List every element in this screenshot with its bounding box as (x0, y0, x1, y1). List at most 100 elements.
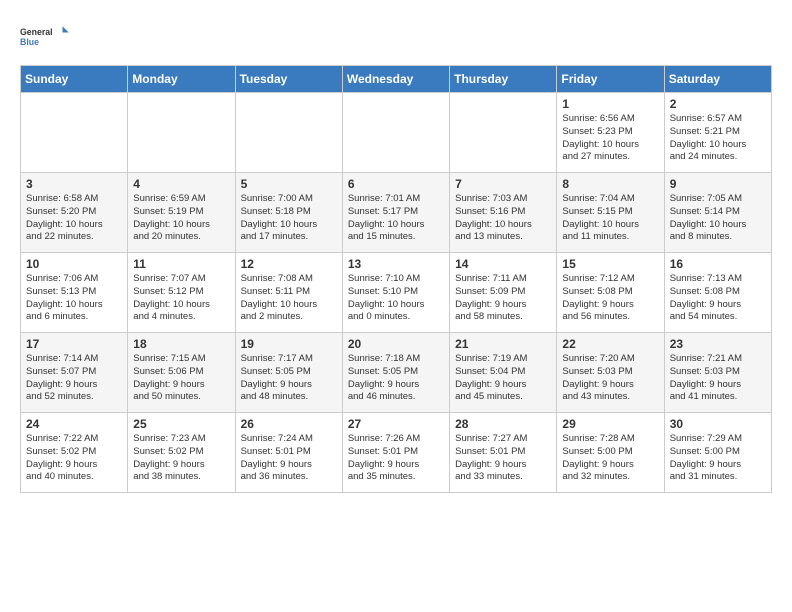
weekday-header-monday: Monday (128, 66, 235, 93)
day-number: 3 (26, 177, 122, 191)
day-number: 25 (133, 417, 229, 431)
day-number: 24 (26, 417, 122, 431)
day-info: Sunrise: 7:17 AM Sunset: 5:05 PM Dayligh… (241, 353, 337, 404)
svg-text:Blue: Blue (20, 37, 39, 47)
day-info: Sunrise: 7:03 AM Sunset: 5:16 PM Dayligh… (455, 193, 551, 244)
day-info: Sunrise: 6:57 AM Sunset: 5:21 PM Dayligh… (670, 113, 766, 164)
day-info: Sunrise: 7:18 AM Sunset: 5:05 PM Dayligh… (348, 353, 444, 404)
calendar-cell (450, 93, 557, 173)
calendar-cell: 17Sunrise: 7:14 AM Sunset: 5:07 PM Dayli… (21, 333, 128, 413)
day-info: Sunrise: 7:01 AM Sunset: 5:17 PM Dayligh… (348, 193, 444, 244)
day-info: Sunrise: 7:08 AM Sunset: 5:11 PM Dayligh… (241, 273, 337, 324)
day-info: Sunrise: 7:29 AM Sunset: 5:00 PM Dayligh… (670, 433, 766, 484)
day-number: 7 (455, 177, 551, 191)
day-info: Sunrise: 7:26 AM Sunset: 5:01 PM Dayligh… (348, 433, 444, 484)
day-info: Sunrise: 7:20 AM Sunset: 5:03 PM Dayligh… (562, 353, 658, 404)
day-number: 21 (455, 337, 551, 351)
calendar-cell (128, 93, 235, 173)
day-info: Sunrise: 7:28 AM Sunset: 5:00 PM Dayligh… (562, 433, 658, 484)
day-number: 18 (133, 337, 229, 351)
calendar-cell: 21 Sunrise: 7:19 AM Sunset: 5:04 PM Dayli… (450, 333, 557, 413)
day-number: 23 (670, 337, 766, 351)
day-info: Sunrise: 6:56 AM Sunset: 5:23 PM Dayligh… (562, 113, 658, 164)
calendar-cell: 4 Sunrise: 6:59 AM Sunset: 5:19 PM Daylig… (128, 173, 235, 253)
calendar-cell: 27 Sunrise: 7:26 AM Sunset: 5:01 PM Dayli… (342, 413, 449, 493)
weekday-header-tuesday: Tuesday (235, 66, 342, 93)
day-number: 10 (26, 257, 122, 271)
day-info: Sunrise: 7:24 AM Sunset: 5:01 PM Dayligh… (241, 433, 337, 484)
day-info: Sunrise: 7:11 AM Sunset: 5:09 PM Dayligh… (455, 273, 551, 324)
weekday-header-row: SundayMondayTuesdayWednesdayThursdayFrid… (21, 66, 772, 93)
calendar-cell: 8 Sunrise: 7:04 AM Sunset: 5:15 PM Daylig… (557, 173, 664, 253)
weekday-header-sunday: Sunday (21, 66, 128, 93)
calendar-cell (21, 93, 128, 173)
calendar-cell: 26 Sunrise: 7:24 AM Sunset: 5:01 PM Dayli… (235, 413, 342, 493)
page-header: General Blue (20, 20, 772, 55)
day-info: Sunrise: 7:15 AM Sunset: 5:06 PM Dayligh… (133, 353, 229, 404)
day-info: Sunrise: 6:59 AM Sunset: 5:19 PM Dayligh… (133, 193, 229, 244)
day-number: 12 (241, 257, 337, 271)
logo: General Blue (20, 20, 70, 55)
calendar-week-1: 1 Sunrise: 6:56 AM Sunset: 5:23 PM Daylig… (21, 93, 772, 173)
calendar-cell (342, 93, 449, 173)
day-info: Sunrise: 7:00 AM Sunset: 5:18 PM Dayligh… (241, 193, 337, 244)
day-info: Sunrise: 7:13 AM Sunset: 5:08 PM Dayligh… (670, 273, 766, 324)
calendar-cell: 10 Sunrise: 7:06 AM Sunset: 5:13 PM Dayli… (21, 253, 128, 333)
calendar-cell: 29Sunrise: 7:28 AM Sunset: 5:00 PM Dayli… (557, 413, 664, 493)
svg-text:General: General (20, 27, 53, 37)
calendar-cell: 28 Sunrise: 7:27 AM Sunset: 5:01 PM Dayli… (450, 413, 557, 493)
day-number: 6 (348, 177, 444, 191)
day-number: 14 (455, 257, 551, 271)
day-number: 28 (455, 417, 551, 431)
calendar-cell: 23Sunrise: 7:21 AM Sunset: 5:03 PM Dayli… (664, 333, 771, 413)
calendar-cell: 25 Sunrise: 7:23 AM Sunset: 5:02 PM Dayli… (128, 413, 235, 493)
calendar-cell: 11Sunrise: 7:07 AM Sunset: 5:12 PM Dayli… (128, 253, 235, 333)
calendar-cell: 24 Sunrise: 7:22 AM Sunset: 5:02 PM Dayli… (21, 413, 128, 493)
calendar-cell: 13 Sunrise: 7:10 AM Sunset: 5:10 PM Dayli… (342, 253, 449, 333)
day-number: 27 (348, 417, 444, 431)
calendar-week-3: 10 Sunrise: 7:06 AM Sunset: 5:13 PM Dayli… (21, 253, 772, 333)
calendar-cell: 2 Sunrise: 6:57 AM Sunset: 5:21 PM Daylig… (664, 93, 771, 173)
calendar-cell: 15Sunrise: 7:12 AM Sunset: 5:08 PM Dayli… (557, 253, 664, 333)
day-number: 1 (562, 97, 658, 111)
calendar-week-5: 24 Sunrise: 7:22 AM Sunset: 5:02 PM Dayli… (21, 413, 772, 493)
day-info: Sunrise: 7:04 AM Sunset: 5:15 PM Dayligh… (562, 193, 658, 244)
day-number: 5 (241, 177, 337, 191)
calendar-cell: 18 Sunrise: 7:15 AM Sunset: 5:06 PM Dayli… (128, 333, 235, 413)
calendar-cell: 19Sunrise: 7:17 AM Sunset: 5:05 PM Dayli… (235, 333, 342, 413)
day-info: Sunrise: 7:12 AM Sunset: 5:08 PM Dayligh… (562, 273, 658, 324)
day-number: 9 (670, 177, 766, 191)
day-info: Sunrise: 7:05 AM Sunset: 5:14 PM Dayligh… (670, 193, 766, 244)
day-info: Sunrise: 7:22 AM Sunset: 5:02 PM Dayligh… (26, 433, 122, 484)
calendar-cell: 14 Sunrise: 7:11 AM Sunset: 5:09 PM Dayli… (450, 253, 557, 333)
calendar-cell: 16 Sunrise: 7:13 AM Sunset: 5:08 PM Dayli… (664, 253, 771, 333)
day-number: 2 (670, 97, 766, 111)
weekday-header-wednesday: Wednesday (342, 66, 449, 93)
calendar-cell: 7 Sunrise: 7:03 AM Sunset: 5:16 PM Daylig… (450, 173, 557, 253)
weekday-header-thursday: Thursday (450, 66, 557, 93)
day-number: 30 (670, 417, 766, 431)
calendar-cell (235, 93, 342, 173)
day-info: Sunrise: 6:58 AM Sunset: 5:20 PM Dayligh… (26, 193, 122, 244)
day-number: 16 (670, 257, 766, 271)
weekday-header-saturday: Saturday (664, 66, 771, 93)
calendar-cell: 3 Sunrise: 6:58 AM Sunset: 5:20 PM Daylig… (21, 173, 128, 253)
calendar-cell: 5 Sunrise: 7:00 AM Sunset: 5:18 PM Daylig… (235, 173, 342, 253)
day-number: 4 (133, 177, 229, 191)
day-number: 11 (133, 257, 229, 271)
day-info: Sunrise: 7:10 AM Sunset: 5:10 PM Dayligh… (348, 273, 444, 324)
calendar-cell: 1 Sunrise: 6:56 AM Sunset: 5:23 PM Daylig… (557, 93, 664, 173)
calendar-cell: 6 Sunrise: 7:01 AM Sunset: 5:17 PM Daylig… (342, 173, 449, 253)
calendar-cell: 12 Sunrise: 7:08 AM Sunset: 5:11 PM Dayli… (235, 253, 342, 333)
day-number: 26 (241, 417, 337, 431)
weekday-header-friday: Friday (557, 66, 664, 93)
day-info: Sunrise: 7:06 AM Sunset: 5:13 PM Dayligh… (26, 273, 122, 324)
logo-svg: General Blue (20, 20, 70, 55)
day-info: Sunrise: 7:23 AM Sunset: 5:02 PM Dayligh… (133, 433, 229, 484)
day-info: Sunrise: 7:19 AM Sunset: 5:04 PM Dayligh… (455, 353, 551, 404)
day-info: Sunrise: 7:27 AM Sunset: 5:01 PM Dayligh… (455, 433, 551, 484)
day-number: 8 (562, 177, 658, 191)
day-info: Sunrise: 7:14 AM Sunset: 5:07 PM Dayligh… (26, 353, 122, 404)
day-number: 13 (348, 257, 444, 271)
day-number: 22 (562, 337, 658, 351)
